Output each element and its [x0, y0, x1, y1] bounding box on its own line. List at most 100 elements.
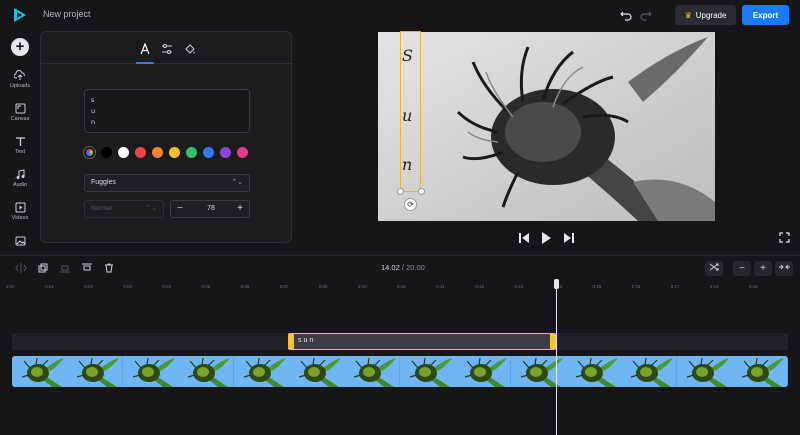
redo-icon[interactable]: [639, 8, 653, 22]
sidebar-label: Text: [14, 149, 26, 155]
video-thumbnail: [732, 356, 788, 387]
video-thumbnail: [344, 356, 400, 387]
ruler-tick: 0:03: [123, 284, 133, 289]
increase-size-button[interactable]: +: [237, 203, 243, 214]
video-thumbnail: [676, 356, 732, 387]
text-clip[interactable]: sun: [288, 333, 556, 350]
video-clip[interactable]: [12, 356, 788, 387]
rotate-icon[interactable]: ⟳: [404, 198, 417, 211]
video-thumbnail: [233, 356, 289, 387]
ruler-tick: 0:13: [514, 284, 524, 289]
sidebar-item-text[interactable]: Text: [0, 136, 40, 155]
skip-back-icon[interactable]: [518, 231, 530, 245]
split-button[interactable]: [14, 261, 28, 275]
video-icon: [15, 202, 25, 213]
panel-tabs: [41, 32, 293, 64]
align-top-icon: [82, 263, 92, 271]
canvas-icon: [15, 103, 25, 114]
font-size-stepper: − 78 +: [170, 200, 250, 218]
tab-text-style[interactable]: [136, 40, 154, 58]
ruler-tick: 0:12: [475, 284, 484, 289]
duplicate-button[interactable]: [36, 261, 50, 275]
video-thumbnail: [510, 356, 566, 387]
resize-handle[interactable]: [397, 188, 404, 195]
timeline-toolbar: 14.02 / 20.00 − +: [0, 255, 800, 279]
total-time: 20.00: [406, 263, 425, 272]
zoom-out-button[interactable]: −: [733, 261, 751, 276]
clip-trim-handle-left[interactable]: [289, 334, 294, 349]
align-bottom-button[interactable]: [58, 261, 72, 275]
split-icon: [15, 263, 27, 273]
text-content-input[interactable]: s u n: [84, 89, 250, 133]
project-name[interactable]: New project: [43, 9, 91, 19]
top-bar: New project ♛ Upgrade Export: [0, 0, 800, 30]
overlay-letter: S: [402, 46, 413, 65]
ruler-tick: 0:15: [592, 284, 602, 289]
ruler-tick: 0:06: [240, 284, 250, 289]
fit-timeline-button[interactable]: [705, 261, 723, 276]
sidebar-item-videos[interactable]: Videos: [0, 202, 40, 221]
ruler-tick: 0:16: [631, 284, 641, 289]
font-family-select[interactable]: Fuggles ⌃⌄: [84, 174, 250, 192]
playhead-handle[interactable]: [554, 279, 559, 289]
time-separator: /: [401, 263, 404, 272]
sidebar-item-audio[interactable]: Audio: [0, 169, 40, 188]
video-thumbnail: [67, 356, 123, 387]
undo-icon[interactable]: [619, 8, 633, 22]
ruler-tick: 0:02: [84, 284, 93, 289]
video-thumbnail: [455, 356, 511, 387]
font-weight-select[interactable]: Normal ⌃⌄: [84, 200, 164, 218]
tab-fill[interactable]: [181, 40, 199, 58]
skip-forward-icon[interactable]: [563, 231, 575, 245]
video-thumbnail: [12, 356, 67, 387]
color-swatch-purple[interactable]: [220, 147, 231, 158]
color-swatch-pink[interactable]: [237, 147, 248, 158]
text-properties-panel: s u n Fuggles ⌃⌄ Normal ⌃⌄ − 78 +: [40, 31, 293, 243]
overlay-letter: n: [402, 155, 413, 174]
color-swatch-red[interactable]: [135, 147, 146, 158]
fill-bucket-icon: [185, 44, 195, 54]
color-swatch-white[interactable]: [118, 147, 129, 158]
color-swatch-blue[interactable]: [203, 147, 214, 158]
shuffle-icon: [709, 263, 719, 271]
export-button[interactable]: Export: [742, 5, 789, 25]
tab-adjust[interactable]: [158, 40, 176, 58]
duplicate-icon: [38, 263, 48, 273]
color-swatch-green[interactable]: [186, 147, 197, 158]
zoom-in-button[interactable]: +: [754, 261, 772, 276]
align-top-button[interactable]: [80, 261, 94, 275]
clip-trim-handle-right[interactable]: [550, 334, 555, 349]
app-logo-icon[interactable]: [11, 6, 29, 24]
delete-button[interactable]: [102, 261, 116, 275]
color-swatch-orange[interactable]: [152, 147, 163, 158]
video-thumbnail: [566, 356, 621, 387]
sidebar-label: Audio: [12, 182, 28, 188]
color-swatch-black[interactable]: [101, 147, 112, 158]
play-icon[interactable]: [540, 231, 552, 245]
timeline-ruler[interactable]: 0:00 0:01 0:02 0:03 0:04 0:05 0:06 0:07 0:08 0:09…: [0, 280, 800, 294]
fit-width-button[interactable]: [775, 261, 793, 276]
chevron-updown-icon: ⌃⌄: [145, 205, 157, 212]
font-family-value: Fuggles: [91, 179, 116, 186]
adjust-sliders-icon: [162, 44, 172, 54]
sidebar-item-canvas[interactable]: Canvas: [0, 103, 40, 122]
video-thumbnail: [621, 356, 677, 387]
sidebar-item-uploads[interactable]: Uploads: [0, 70, 40, 89]
current-time: 14.02: [381, 263, 400, 272]
resize-handle[interactable]: [418, 188, 425, 195]
sidebar-item-images[interactable]: [0, 236, 40, 248]
color-swatch-yellow[interactable]: [169, 147, 180, 158]
add-media-button[interactable]: +: [11, 38, 29, 56]
color-swatches: [84, 147, 248, 158]
ruler-tick: 0:19: [748, 284, 758, 289]
text-clip-label: sun: [298, 337, 316, 344]
ruler-tick: 0:05: [201, 284, 211, 289]
ruler-tick: 0:11: [436, 284, 445, 289]
ruler-tick: 0:01: [45, 284, 54, 289]
ruler-tick: 0:07: [279, 284, 289, 289]
upgrade-button[interactable]: ♛ Upgrade: [675, 5, 736, 25]
text-icon: [15, 137, 25, 146]
fullscreen-icon[interactable]: [779, 232, 790, 243]
color-picker-icon[interactable]: [84, 147, 95, 158]
video-preview[interactable]: [378, 32, 715, 221]
